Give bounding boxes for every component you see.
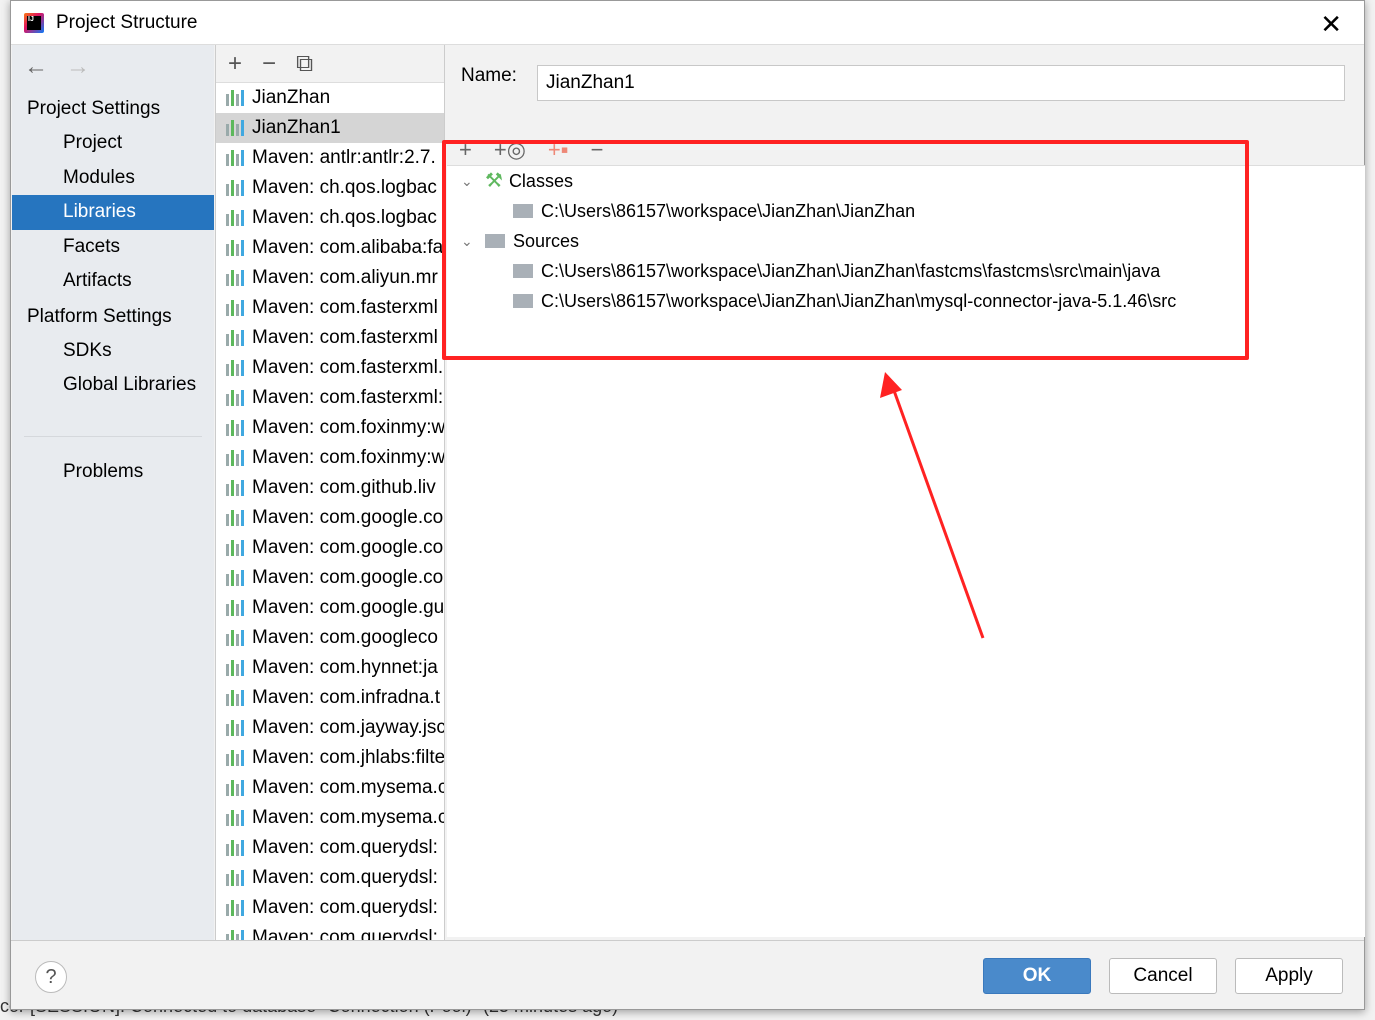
annotation-arrow xyxy=(880,372,985,639)
